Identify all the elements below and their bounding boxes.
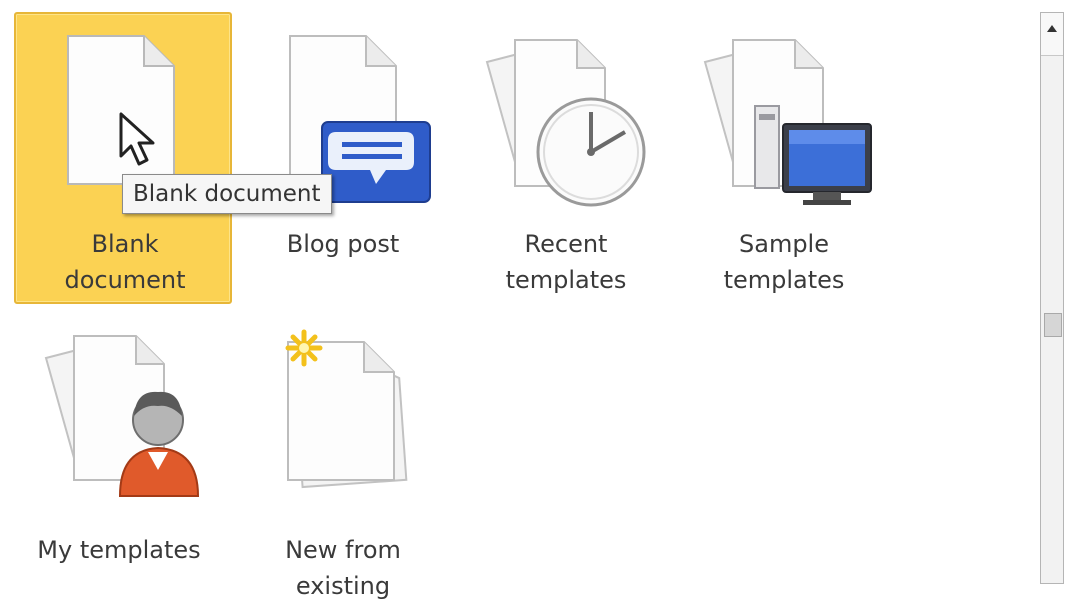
template-label: New from existing [285, 536, 401, 600]
scroll-up-button[interactable] [1041, 13, 1063, 56]
vertical-scrollbar[interactable] [1040, 12, 1064, 584]
template-label: My templates [37, 536, 201, 564]
new-from-existing-icon [234, 320, 452, 530]
template-label: Recent templates [505, 230, 627, 294]
template-gallery: Blank document Blog post Recent template… [0, 0, 1000, 600]
tooltip: Blank document [122, 174, 332, 214]
recent-templates-icon [457, 14, 675, 224]
template-label: Sample templates [723, 230, 845, 294]
mouse-cursor-icon [119, 112, 155, 166]
template-recent-templates[interactable]: Recent templates [455, 12, 673, 304]
sample-templates-icon [675, 14, 893, 224]
template-sample-templates[interactable]: Sample templates [673, 12, 891, 304]
my-templates-icon [10, 320, 228, 530]
template-my-templates[interactable]: My templates [8, 318, 226, 610]
template-label: Blog post [286, 230, 400, 258]
template-label: Blank document [64, 230, 186, 294]
scroll-thumb[interactable] [1044, 313, 1062, 337]
template-new-from-existing[interactable]: New from existing [232, 318, 450, 610]
template-blog-post[interactable]: Blog post [232, 12, 450, 304]
arrow-up-icon [1047, 25, 1057, 32]
